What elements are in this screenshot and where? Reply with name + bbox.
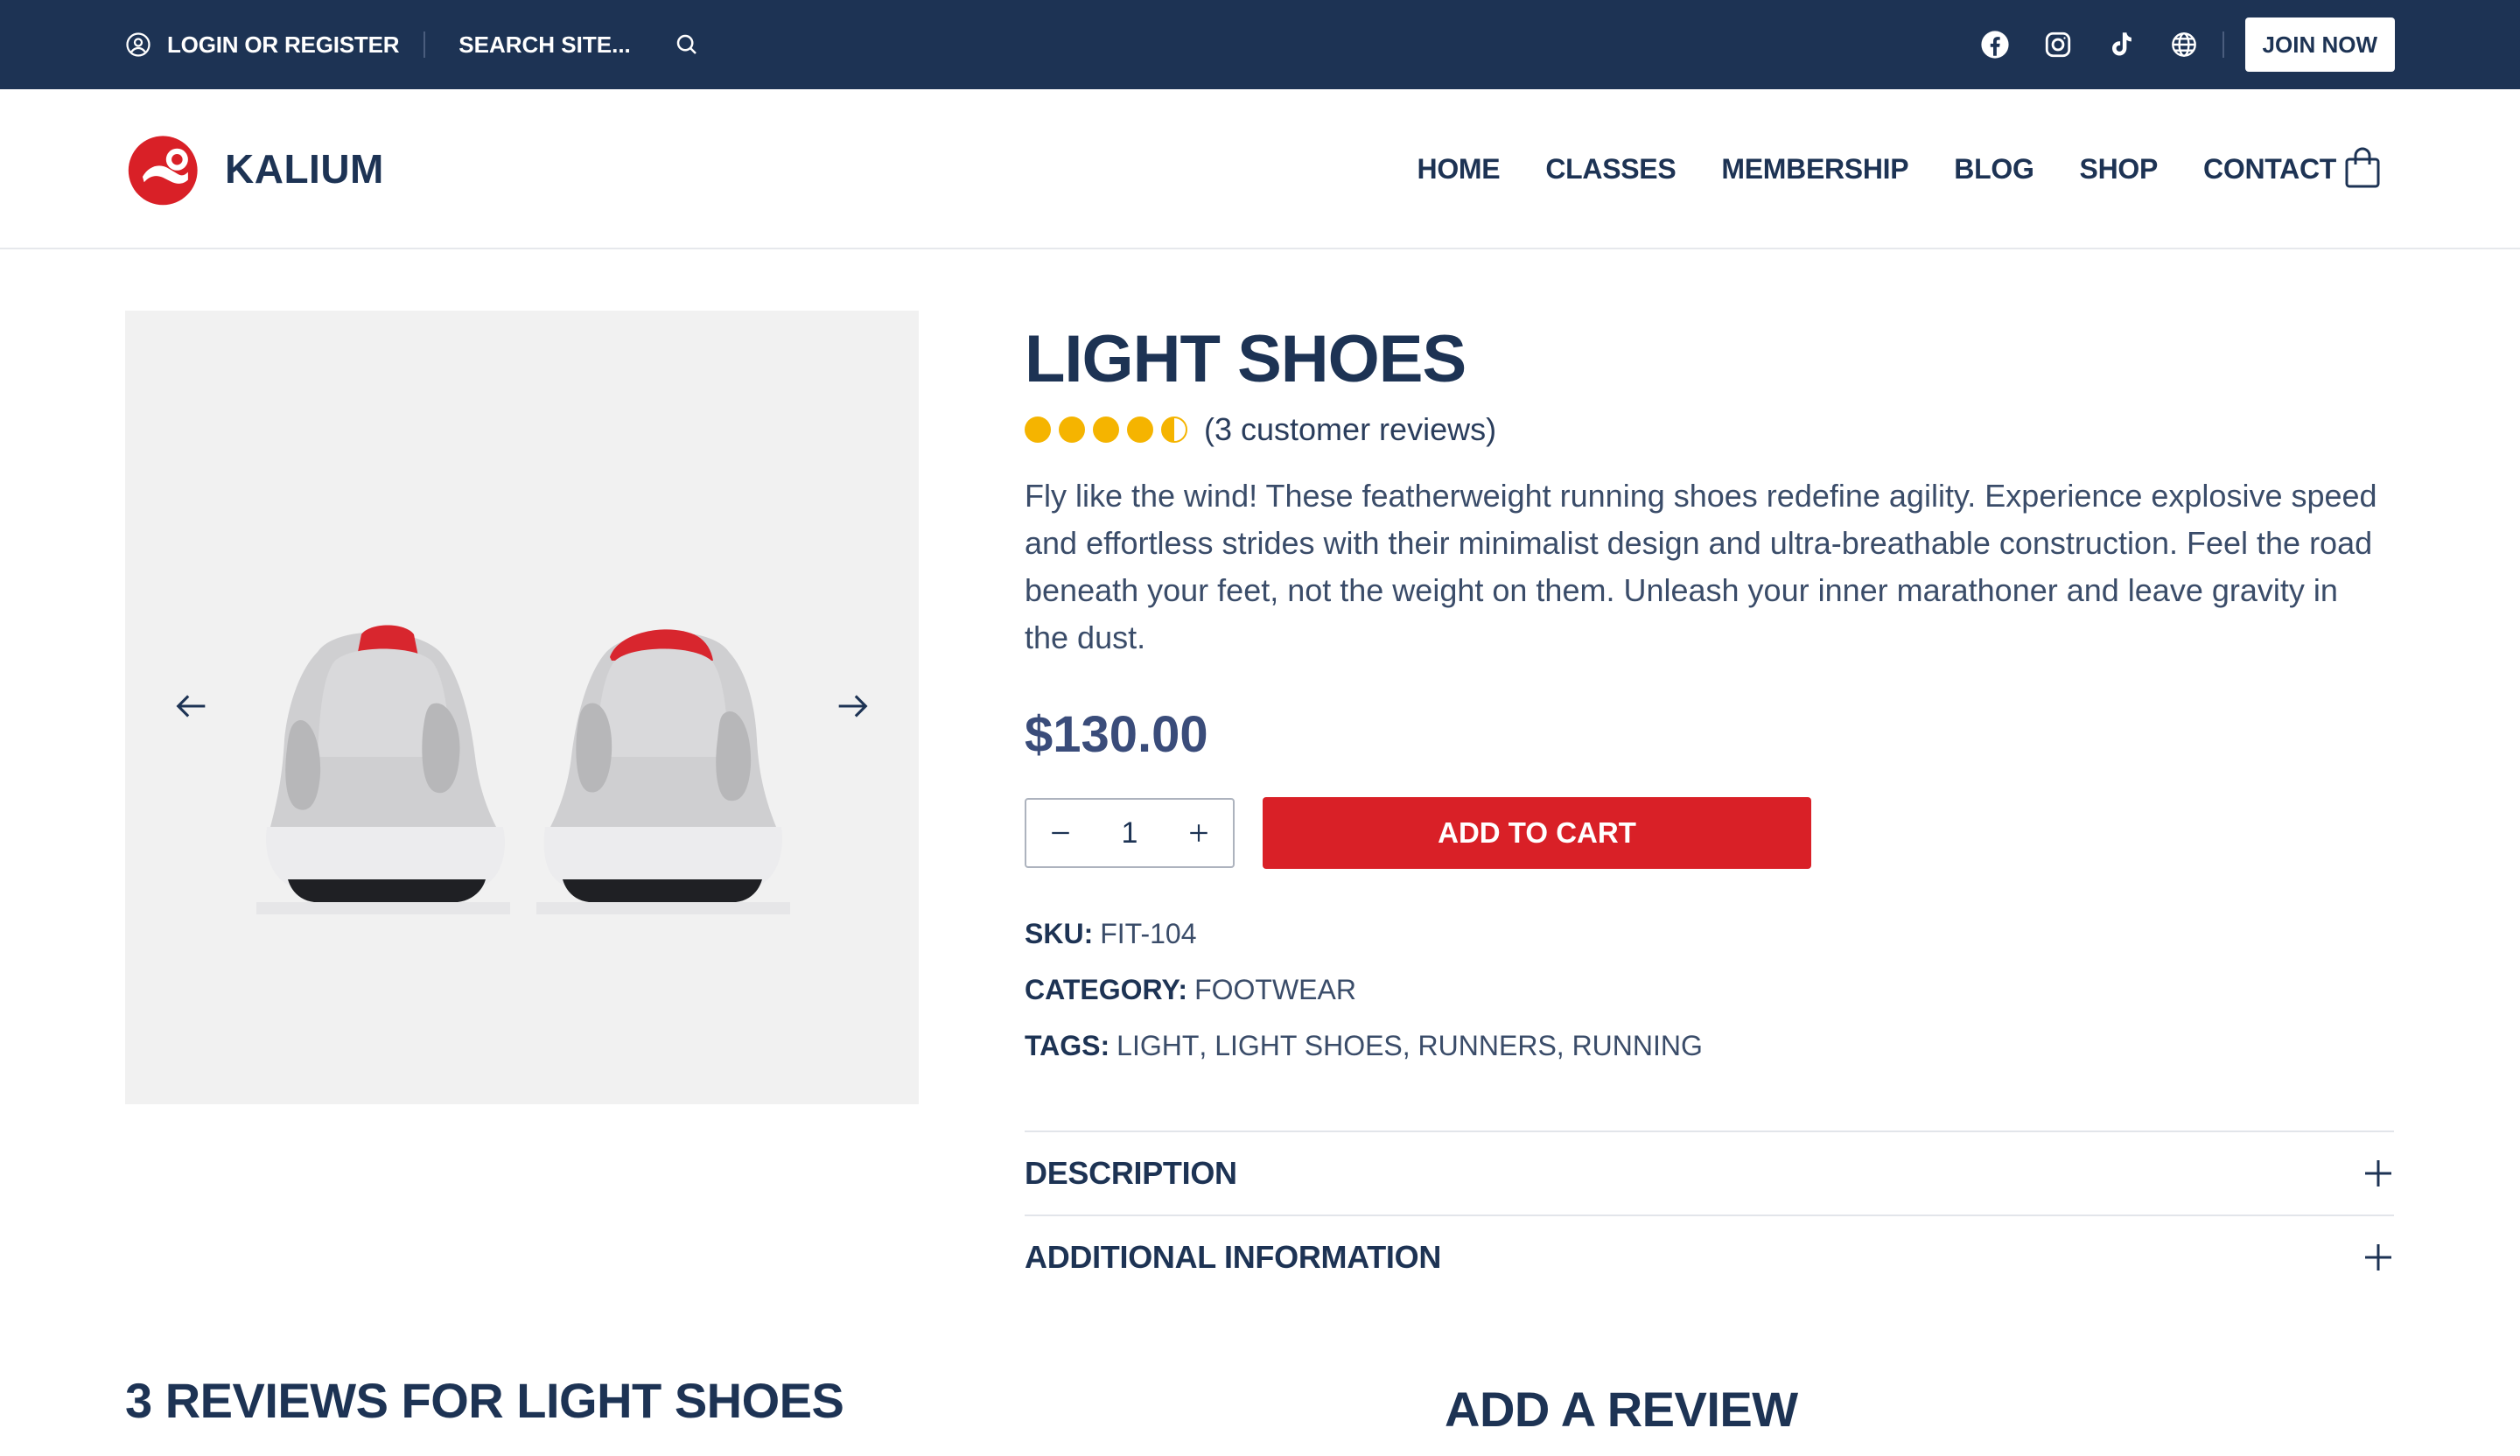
customer-reviews-link[interactable]: (3 customer reviews) — [1204, 411, 1496, 448]
nav-item-membership[interactable]: MEMBERSHIP — [1721, 153, 1908, 186]
nav-item-shop[interactable]: SHOP — [2080, 153, 2159, 186]
add-to-cart-form: ADD TO CART — [1025, 797, 2394, 869]
accordion-additional-information-label: ADDITIONAL INFORMATION — [1025, 1239, 1442, 1275]
gallery-prev-arrow-icon[interactable] — [165, 680, 218, 732]
category-label: CATEGORY: — [1025, 973, 1188, 1005]
tag-link[interactable]: RUNNERS — [1418, 1030, 1557, 1062]
star-icon — [1059, 416, 1085, 443]
brand-logo[interactable]: KALIUM — [125, 131, 384, 206]
kalium-logo-mark — [128, 136, 198, 206]
site-header: KALIUM HOME CLASSES MEMBERSHIP BLOG SHOP… — [0, 89, 2520, 249]
nav-item-contact[interactable]: CONTACT — [2203, 153, 2336, 186]
top-bar-right: JOIN NOW — [1948, 0, 2395, 89]
product-title: LIGHT SHOES — [1025, 322, 1466, 396]
reviews-heading: 3 REVIEWS FOR LIGHT SHOES — [125, 1373, 844, 1428]
user-icon — [126, 32, 150, 57]
half-star-icon — [1161, 416, 1187, 443]
star-icon — [1025, 416, 1051, 443]
product-short-description: Fly like the wind! These featherweight r… — [1025, 478, 2377, 655]
product-rating: (3 customer reviews) — [1025, 411, 2394, 448]
sku-row: SKU: FIT-104 — [1025, 906, 2394, 962]
add-review-heading: ADD A REVIEW — [1445, 1382, 1798, 1437]
product-summary: LIGHT SHOES (3 customer reviews) Fly lik… — [1025, 311, 2394, 1074]
globe-icon[interactable] — [2168, 29, 2200, 60]
product-image-shoe-left — [256, 625, 510, 914]
top-bar: LOGIN OR REGISTER JOIN NOW — [0, 0, 2520, 89]
category-row: CATEGORY: FOOTWEAR — [1025, 962, 2394, 1018]
brand-name: KALIUM — [225, 146, 384, 192]
star-icon — [1093, 416, 1119, 443]
nav-item-home[interactable]: HOME — [1418, 153, 1501, 186]
increase-quantity-button[interactable] — [1184, 818, 1214, 848]
add-to-cart-button[interactable]: ADD TO CART — [1263, 797, 1811, 869]
plus-icon — [2365, 1160, 2391, 1186]
join-now-button[interactable]: JOIN NOW — [2244, 18, 2395, 72]
plus-icon — [2365, 1244, 2391, 1270]
tags-row: TAGS: LIGHT, LIGHT SHOES, RUNNERS, RUNNI… — [1025, 1029, 1703, 1062]
login-register-label: LOGIN OR REGISTER — [167, 31, 400, 58]
category-link[interactable]: FOOTWEAR — [1194, 974, 1356, 1006]
star-icon — [1127, 416, 1153, 443]
main-nav: HOME CLASSES MEMBERSHIP BLOG SHOP CONTAC… — [1372, 89, 2337, 249]
sku-label: SKU: — [1025, 917, 1094, 949]
search-icon[interactable] — [674, 32, 700, 58]
tag-link[interactable]: LIGHT — [1116, 1030, 1199, 1062]
accordion-additional-information[interactable]: ADDITIONAL INFORMATION — [1025, 1214, 2394, 1298]
accordion-description-label: DESCRIPTION — [1025, 1155, 1237, 1191]
tag-link[interactable]: LIGHT SHOES — [1214, 1030, 1403, 1062]
sku-value: FIT-104 — [1100, 917, 1197, 949]
product-price: $130.00 — [1025, 706, 1208, 763]
gallery-next-arrow-icon[interactable] — [826, 680, 878, 732]
instagram-icon[interactable] — [2042, 29, 2074, 60]
search-input[interactable] — [458, 31, 643, 59]
tag-link[interactable]: RUNNING — [1572, 1030, 1703, 1062]
tags-label: TAGS: — [1025, 1029, 1110, 1061]
product-gallery — [125, 311, 919, 1104]
tiktok-icon[interactable] — [2105, 29, 2137, 60]
divider — [424, 32, 426, 58]
login-register-link[interactable]: LOGIN OR REGISTER — [125, 32, 399, 59]
quantity-input[interactable] — [1103, 816, 1156, 850]
accordion-description[interactable]: DESCRIPTION — [1025, 1130, 2394, 1214]
facebook-icon[interactable] — [1979, 29, 2011, 60]
nav-item-blog[interactable]: BLOG — [1954, 153, 2034, 186]
product-meta: SKU: FIT-104 CATEGORY: FOOTWEAR TAGS: LI… — [1025, 906, 2394, 1074]
decrease-quantity-button[interactable] — [1046, 818, 1075, 848]
nav-item-classes[interactable]: CLASSES — [1545, 153, 1676, 186]
quantity-stepper — [1025, 798, 1235, 868]
divider — [2222, 32, 2224, 58]
top-bar-left: LOGIN OR REGISTER — [125, 0, 700, 89]
shopping-bag-icon[interactable] — [2343, 145, 2382, 189]
product-image-shoe-right — [536, 629, 790, 914]
